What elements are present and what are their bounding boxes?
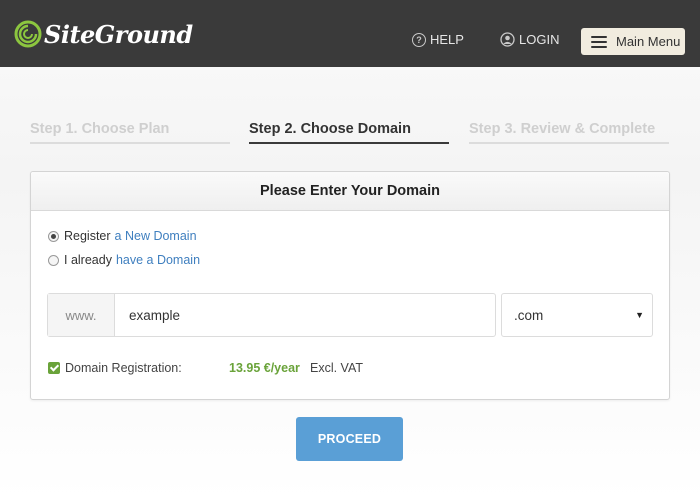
siteground-logo-icon xyxy=(14,20,42,48)
step-choose-domain: Step 2. Choose Domain xyxy=(249,121,449,144)
dropdown-arrow-icon: ▼ xyxy=(635,310,644,320)
logo-text: SiteGround xyxy=(44,19,193,49)
tld-select[interactable]: .com ▼ xyxy=(501,293,653,337)
domain-registration-checkbox[interactable] xyxy=(48,362,60,374)
domain-input[interactable]: example xyxy=(115,294,495,336)
hamburger-icon xyxy=(591,35,607,48)
radio-register-new[interactable] xyxy=(48,230,59,242)
proceed-button[interactable]: PROCEED xyxy=(296,417,403,461)
main-menu-label: Main Menu xyxy=(616,34,681,49)
option-existing-prefix: I already xyxy=(64,253,112,267)
card-title: Please Enter Your Domain xyxy=(31,172,669,211)
option-existing-link[interactable]: have a Domain xyxy=(116,253,200,267)
top-header: SiteGround ? HELP LOGIN Main Menu xyxy=(0,0,700,67)
vat-note: Excl. VAT xyxy=(310,361,364,375)
main-menu-button[interactable]: Main Menu xyxy=(581,28,685,55)
radio-existing-domain[interactable] xyxy=(48,254,59,266)
domain-name-field[interactable]: www. example xyxy=(47,293,496,337)
help-link[interactable]: ? HELP xyxy=(412,32,464,47)
login-link[interactable]: LOGIN xyxy=(500,32,559,47)
option-register-prefix: Register xyxy=(64,229,111,243)
login-label: LOGIN xyxy=(519,32,560,47)
tld-selected-value: .com xyxy=(514,307,544,323)
siteground-logo[interactable]: SiteGround xyxy=(14,18,193,50)
option-register-link[interactable]: a New Domain xyxy=(115,229,197,243)
option-existing-domain[interactable]: I already have a Domain xyxy=(48,253,200,267)
domain-price: 13.95 €/year xyxy=(229,361,300,375)
user-icon xyxy=(500,32,515,47)
step-review-complete: Step 3. Review & Complete xyxy=(469,121,669,144)
help-label: HELP xyxy=(430,32,464,47)
www-prefix: www. xyxy=(48,294,115,336)
step-choose-plan[interactable]: Step 1. Choose Plan xyxy=(30,121,230,144)
domain-card: Please Enter Your Domain Register a New … xyxy=(30,171,670,400)
domain-registration-row: Domain Registration: xyxy=(48,361,182,375)
domain-registration-label: Domain Registration: xyxy=(65,361,182,375)
help-icon: ? xyxy=(412,32,426,47)
option-register-new-domain[interactable]: Register a New Domain xyxy=(48,229,197,243)
